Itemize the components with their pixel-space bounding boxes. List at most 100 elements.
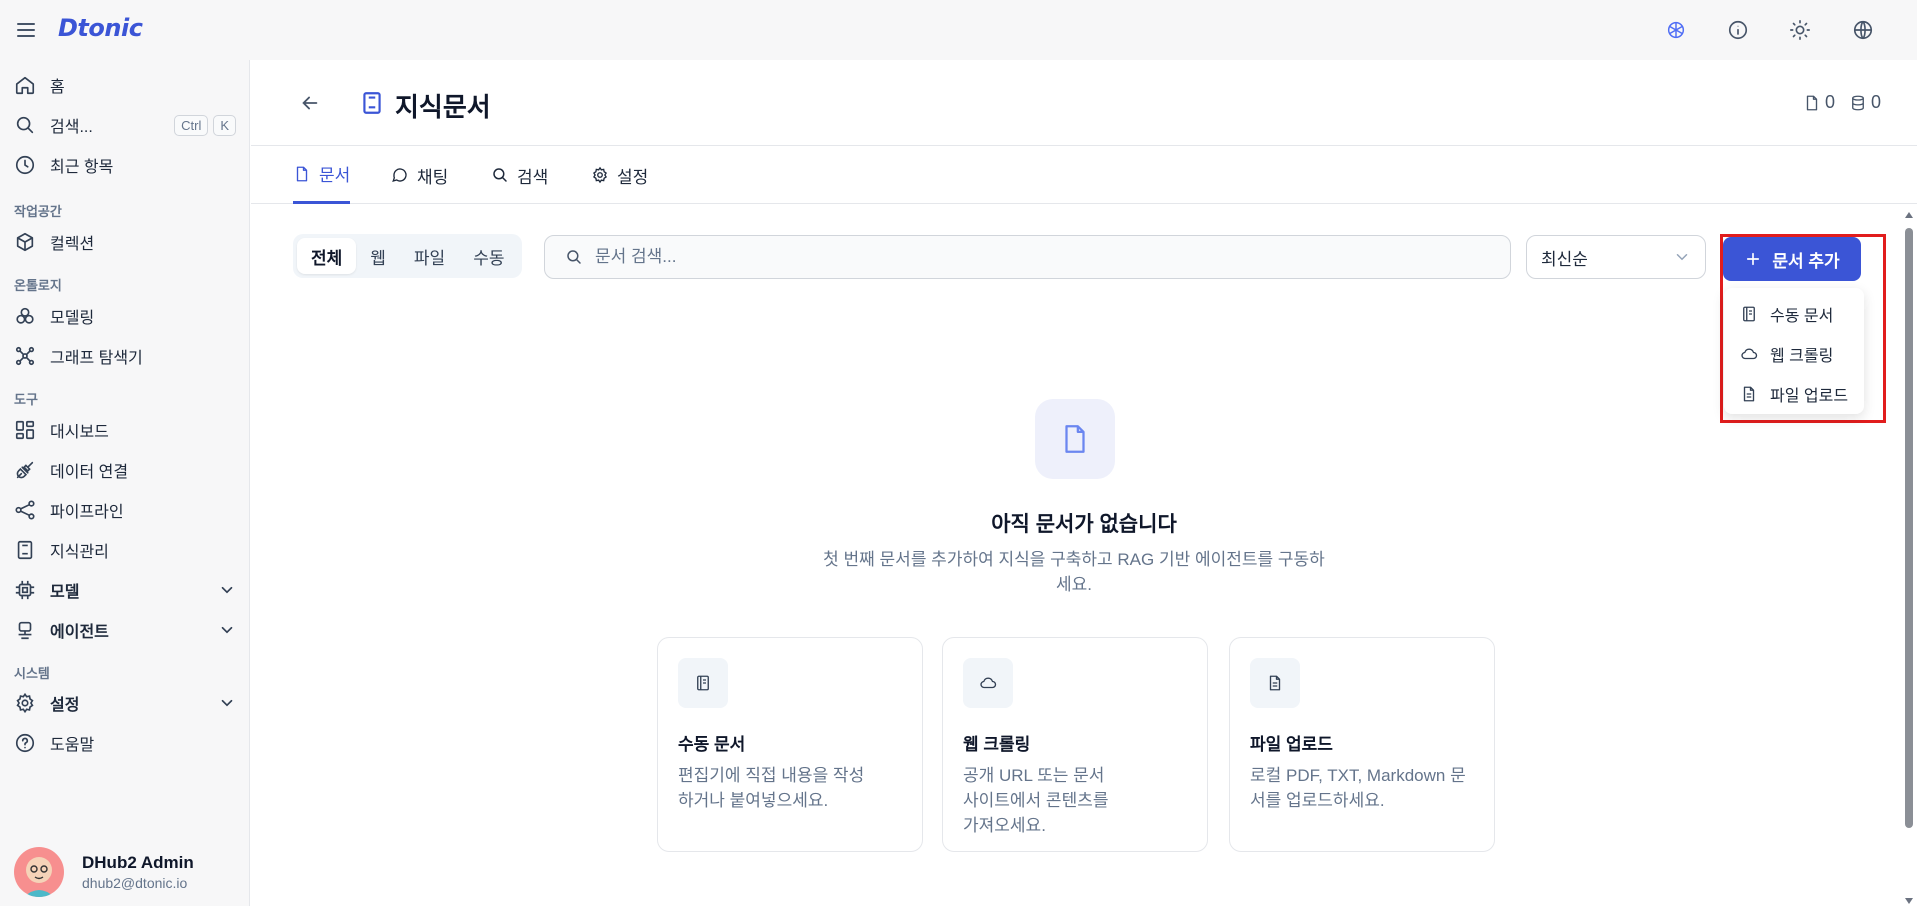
sidebar-item-pipeline[interactable]: 파이프라인 — [14, 493, 236, 527]
sidebar-item-label: 최근 항목 — [50, 159, 114, 176]
tab-label: 문서 — [319, 166, 351, 185]
page-title: 지식문서 — [395, 92, 491, 122]
sidebar-item-knowledge[interactable]: 지식관리 — [14, 533, 236, 567]
add-document-menu: 수동 문서 웹 크롤링 파일 업로드 — [1724, 288, 1864, 414]
empty-document-icon — [1035, 399, 1115, 479]
menu-item-upload[interactable]: 파일 업로드 — [1724, 374, 1864, 414]
sidebar-item-label: 도움말 — [50, 737, 95, 754]
sort-select[interactable]: 최신순 — [1526, 235, 1706, 279]
top-bar: Dtonic — [0, 0, 1917, 60]
sidebar-item-label: 검색... — [50, 119, 93, 136]
user-email: dhub2@dtonic.io — [82, 875, 188, 891]
gear-icon — [591, 166, 609, 184]
add-document-button[interactable]: 문서 추가 — [1723, 237, 1861, 281]
db-count: 0 — [1870, 92, 1881, 112]
chevron-down-icon[interactable] — [218, 694, 236, 712]
plug-icon — [14, 459, 36, 481]
user-profile[interactable]: DHub2 Admin dhub2@dtonic.io — [14, 846, 244, 898]
sidebar-item-data[interactable]: 데이터 연결 — [14, 453, 236, 487]
sidebar-item-collection[interactable]: 컬렉션 — [14, 225, 236, 259]
chip-icon — [14, 579, 36, 601]
filter-all[interactable]: 전체 — [297, 238, 357, 274]
sidebar-item-model[interactable]: 모델 — [14, 573, 236, 607]
pipeline-icon — [14, 499, 36, 521]
sidebar-item-modeling[interactable]: 모델링 — [14, 299, 236, 333]
file-text-icon — [1250, 658, 1300, 708]
tab-search[interactable]: 검색 — [491, 146, 548, 204]
circles-icon — [14, 305, 36, 327]
theme-icon[interactable] — [1786, 16, 1814, 44]
sidebar-item-agent[interactable]: 에이전트 — [14, 613, 236, 647]
main-content: 지식문서 0 0 문서 채팅 검색 설정 전체 웹 파일 수동 문서 검색...… — [251, 60, 1917, 906]
sidebar-item-dashboard[interactable]: 대시보드 — [14, 413, 236, 447]
avatar — [14, 847, 64, 897]
sidebar-item-recent[interactable]: 최근 항목 — [14, 148, 236, 182]
type-filter: 전체 웹 파일 수동 — [293, 234, 523, 278]
chevron-down-icon[interactable] — [218, 621, 236, 639]
filter-file[interactable]: 파일 — [400, 238, 459, 274]
card-manual[interactable]: 수동 문서 편집기에 직접 내용을 작성하거나 붙여넣으세요. — [657, 637, 923, 852]
cloud-icon — [963, 658, 1013, 708]
plus-icon — [1744, 250, 1762, 268]
section-ontology: 온톨로지 — [14, 278, 62, 293]
logo[interactable]: Dtonic — [58, 14, 143, 42]
filter-manual[interactable]: 수동 — [459, 238, 518, 274]
card-description: 공개 URL 또는 문서 사이트에서 콘텐츠를 가져오세요. — [963, 766, 1109, 835]
cube-icon — [14, 231, 36, 253]
sidebar-item-label: 컬렉션 — [50, 236, 95, 253]
menu-icon[interactable] — [14, 18, 38, 42]
section-workspace: 작업공간 — [14, 204, 62, 219]
tab-chat[interactable]: 채팅 — [391, 146, 448, 204]
agent-icon — [14, 619, 36, 641]
search-icon — [565, 248, 583, 266]
sidebar-item-label: 설정 — [50, 697, 80, 714]
tab-settings[interactable]: 설정 — [591, 146, 648, 204]
globe-icon[interactable] — [1849, 16, 1877, 44]
sidebar-item-graph[interactable]: 그래프 탐색기 — [14, 339, 236, 373]
scroll-thumb[interactable] — [1905, 228, 1913, 828]
kbd-k: K — [213, 114, 236, 136]
book-icon — [14, 539, 36, 561]
user-name: DHub2 Admin — [82, 853, 194, 872]
dashboard-icon — [14, 419, 36, 441]
tab-label: 검색 — [517, 167, 549, 187]
tab-label: 채팅 — [417, 167, 449, 187]
sidebar-item-label: 홈 — [50, 79, 65, 96]
sidebar-item-search[interactable]: 검색... Ctrl K — [14, 108, 236, 142]
sidebar-item-settings[interactable]: 설정 — [14, 686, 236, 720]
back-arrow-icon[interactable] — [299, 92, 321, 114]
chat-icon — [391, 166, 409, 184]
card-title: 파일 업로드 — [1250, 735, 1333, 754]
card-title: 수동 문서 — [678, 735, 746, 754]
card-title: 웹 크롤링 — [963, 735, 1031, 754]
sidebar-item-home[interactable]: 홈 — [14, 68, 236, 102]
page-header: 지식문서 0 0 — [251, 60, 1917, 146]
info-icon[interactable] — [1724, 16, 1752, 44]
ai-icon[interactable] — [1662, 16, 1690, 44]
sidebar-item-label: 모델링 — [50, 310, 95, 327]
menu-item-web[interactable]: 웹 크롤링 — [1724, 334, 1864, 374]
sidebar-item-label: 그래프 탐색기 — [50, 350, 143, 367]
menu-item-manual[interactable]: 수동 문서 — [1724, 294, 1864, 334]
card-upload[interactable]: 파일 업로드 로컬 PDF, TXT, Markdown 문서를 업로드하세요. — [1229, 637, 1495, 852]
chevron-down-icon[interactable] — [218, 581, 236, 599]
sidebar-item-label: 에이전트 — [50, 624, 109, 641]
menu-item-label: 파일 업로드 — [1770, 388, 1849, 405]
tab-documents[interactable]: 문서 — [293, 146, 351, 204]
chevron-down-icon — [1673, 248, 1691, 266]
sidebar-item-help[interactable]: 도움말 — [14, 726, 236, 760]
tab-label: 설정 — [617, 167, 649, 187]
database-icon — [1849, 94, 1867, 112]
scrollbar[interactable] — [1901, 206, 1917, 906]
graph-icon — [14, 345, 36, 367]
doc-count: 0 — [1824, 92, 1835, 112]
card-description: 로컬 PDF, TXT, Markdown 문서를 업로드하세요. — [1250, 766, 1466, 810]
search-input[interactable] — [595, 247, 1475, 267]
card-web[interactable]: 웹 크롤링 공개 URL 또는 문서 사이트에서 콘텐츠를 가져오세요. — [942, 637, 1208, 852]
add-button-label: 문서 추가 — [1772, 251, 1840, 271]
tabs: 문서 채팅 검색 설정 — [251, 146, 1917, 204]
document-search — [544, 235, 1511, 279]
sidebar-item-label: 파이프라인 — [50, 504, 124, 521]
filter-web[interactable]: 웹 — [356, 238, 400, 274]
menu-item-label: 웹 크롤링 — [1770, 348, 1834, 365]
